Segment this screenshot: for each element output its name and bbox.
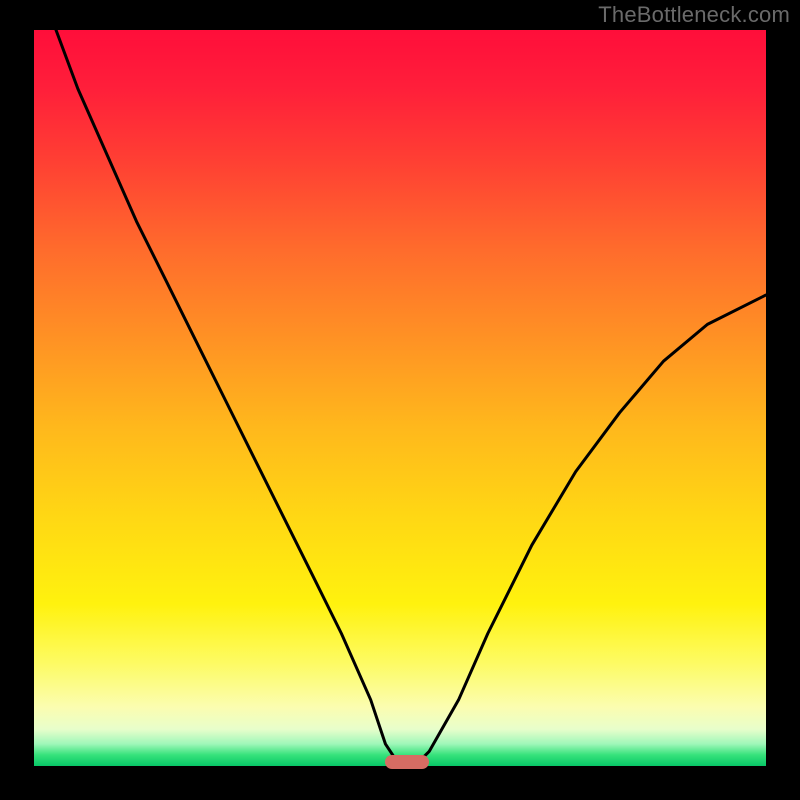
optimal-point-marker	[385, 755, 429, 769]
chart-frame: TheBottleneck.com	[0, 0, 800, 800]
bottleneck-curve	[34, 30, 766, 766]
curve-path	[56, 30, 766, 766]
plot-area	[34, 30, 766, 766]
watermark-text: TheBottleneck.com	[598, 2, 790, 28]
